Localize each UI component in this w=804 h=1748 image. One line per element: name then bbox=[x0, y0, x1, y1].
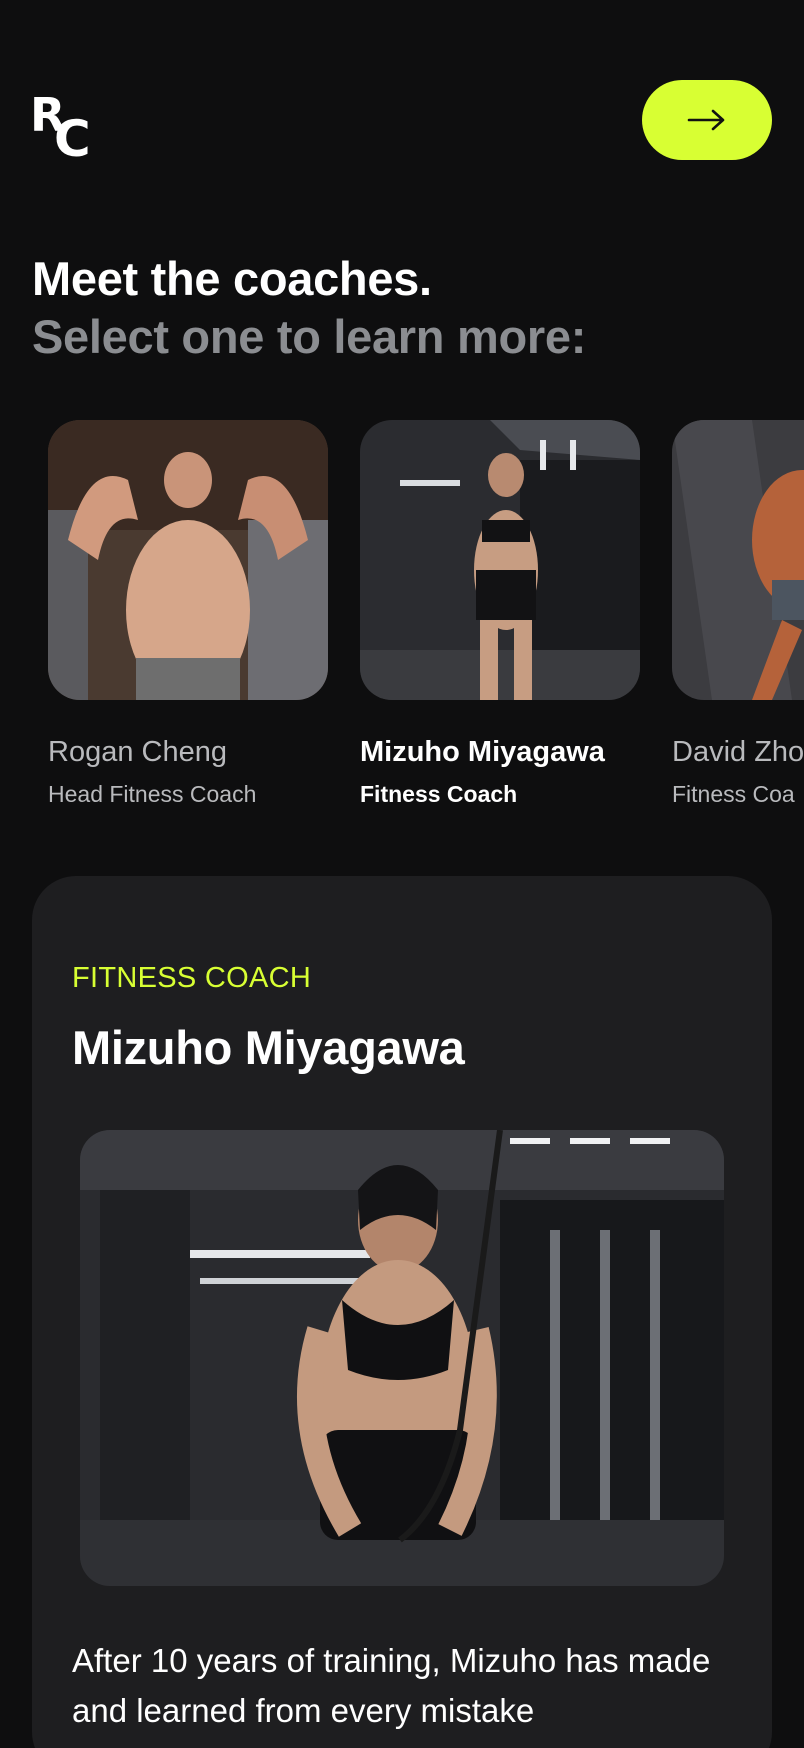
arrow-right-icon bbox=[687, 109, 725, 131]
coach-name: Mizuho Miyagawa bbox=[360, 736, 605, 768]
coach-role: Head Fitness Coach bbox=[48, 781, 257, 807]
coach-card-mizuho[interactable]: Mizuho Miyagawa Fitness Coach bbox=[360, 420, 640, 808]
brand-logo[interactable]: R C bbox=[30, 92, 92, 168]
page-title: Meet the coaches. bbox=[32, 252, 432, 305]
coach-photo bbox=[360, 420, 640, 700]
coach-photo bbox=[48, 420, 328, 700]
coach-detail-bio: After 10 years of training, Mizuho has m… bbox=[72, 1642, 711, 1729]
coach-card-rogan[interactable]: Rogan Cheng Head Fitness Coach bbox=[48, 420, 328, 808]
coach-role: Fitness Coa bbox=[672, 781, 795, 807]
next-button[interactable] bbox=[642, 80, 772, 160]
coach-photo bbox=[672, 420, 804, 700]
coach-name: David Zho bbox=[672, 736, 804, 768]
logo-letter-c: C bbox=[54, 110, 91, 168]
page-subtitle: Select one to learn more: bbox=[32, 310, 587, 363]
coach-detail-card: FITNESS COACH Mizuho Miyagawa After 10 y… bbox=[32, 876, 772, 1748]
coach-role: Fitness Coach bbox=[360, 781, 518, 807]
coach-detail-name: Mizuho Miyagawa bbox=[72, 1021, 465, 1074]
coach-detail-photo bbox=[80, 1130, 724, 1586]
intro-heading: Meet the coaches. Select one to learn mo… bbox=[32, 250, 586, 366]
coach-detail-role: FITNESS COACH bbox=[72, 962, 312, 994]
coach-card-david[interactable]: David Zho Fitness Coa bbox=[672, 420, 804, 808]
coach-carousel[interactable]: Rogan Cheng Head Fitness Coach Mizuho Mi… bbox=[0, 420, 804, 820]
coach-name: Rogan Cheng bbox=[48, 736, 227, 768]
